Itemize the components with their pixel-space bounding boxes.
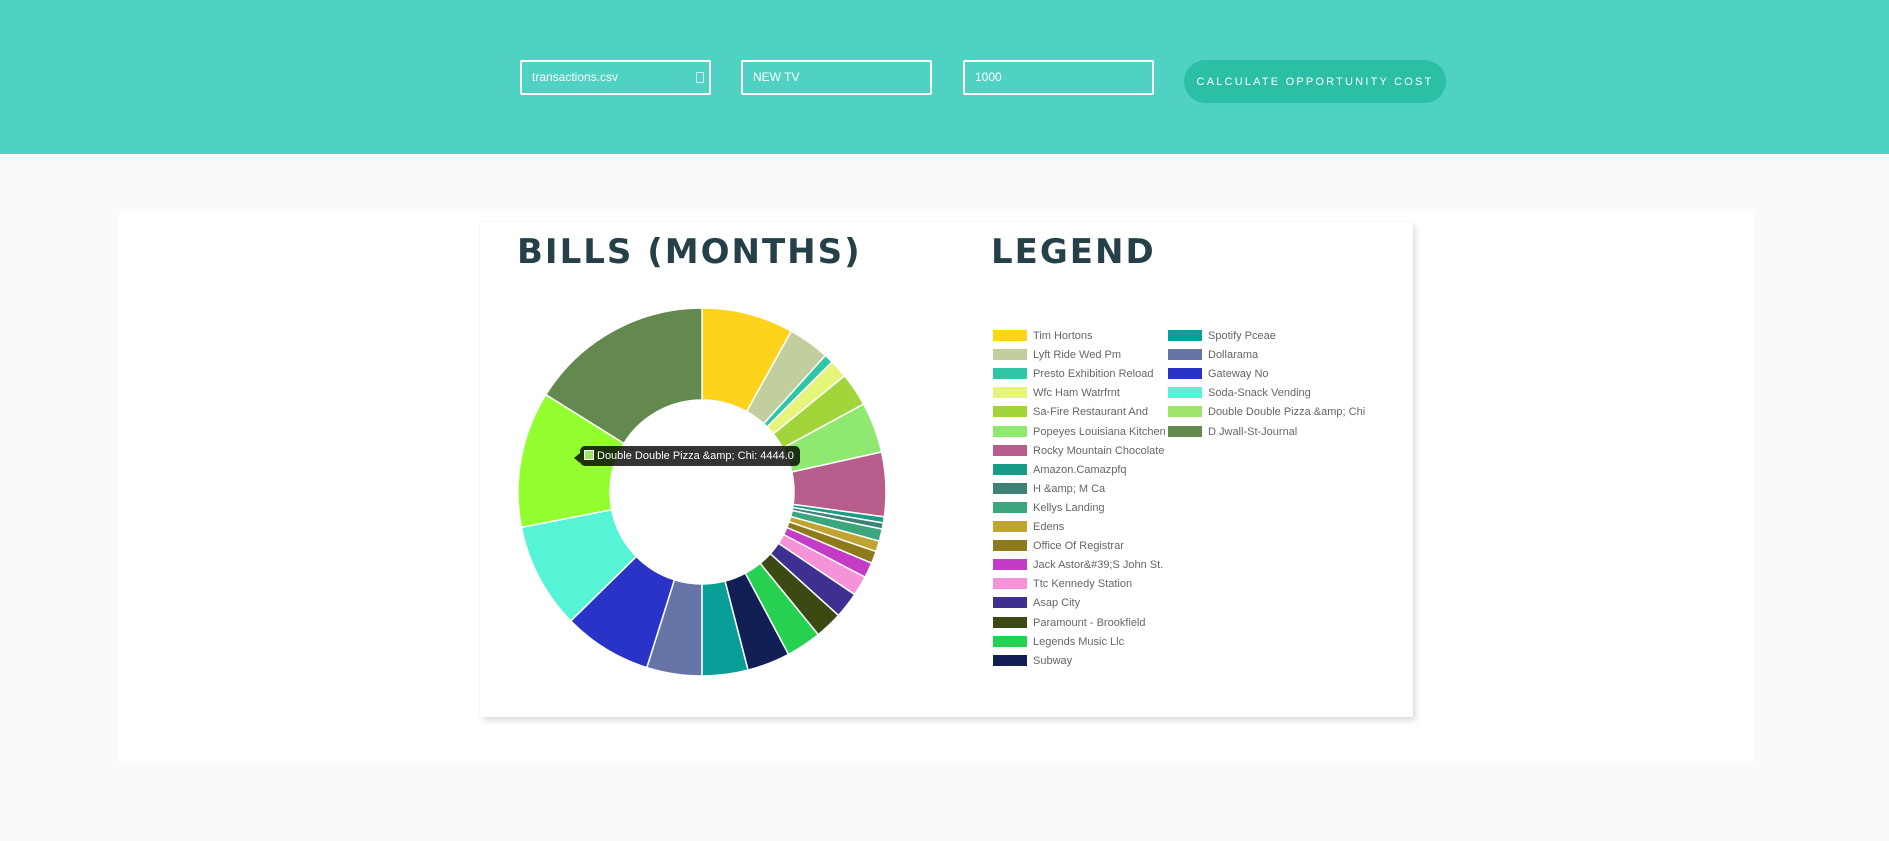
legend-swatch [1168,425,1202,437]
legend-swatch [993,444,1027,456]
legend-swatch [993,654,1027,666]
legend-label: Popeyes Louisiana Kitchen [1033,425,1166,438]
legend-swatch [993,578,1027,590]
legend-label: Office Of Registrar [1033,540,1124,553]
legend-label: Amazon.Camazpfq [1033,463,1127,476]
legend-label: Lyft Ride Wed Pm [1033,349,1122,362]
legend-swatch [1168,349,1202,361]
legend-label: Presto Exhibition Reload [1033,368,1154,381]
legend-label: Double Double Pizza &amp; Chi [1208,406,1366,419]
legend-label: D Jwall-St-Journal [1208,425,1298,438]
tooltip-text: Double Double Pizza &amp; Chi: 4444.0 [597,450,794,462]
legend-label: Kellys Landing [1033,501,1105,514]
legend-label: Gateway No [1208,368,1269,381]
legend-label: Sa-Fire Restaurant And [1033,406,1148,419]
legend-swatch [993,482,1027,494]
legend-label: Subway [1033,654,1073,667]
legend-label: Rocky Mountain Chocolate [1033,444,1165,457]
legend-swatch [1168,330,1202,341]
file-browse-icon[interactable] [696,72,704,83]
legend-label: Edens [1033,521,1065,533]
legend-label: Wfc Ham Watrfrnt [1033,387,1120,400]
legend-label: Legends Music Llc [1033,635,1125,648]
legend-label: Dollarama [1208,349,1259,362]
legend-swatch [993,616,1027,628]
legend-swatch [993,330,1027,341]
legend-swatch [993,349,1027,361]
legend-label: Spotify Pceae [1208,330,1276,342]
legend-swatch [993,387,1027,399]
file-input[interactable]: transactions.csv [520,60,711,95]
legend-swatch [1168,406,1202,418]
legend-swatch [993,635,1027,647]
legend-swatch [993,521,1027,532]
item-name-field[interactable] [753,62,920,93]
legend-label: Asap City [1033,597,1081,610]
legend-swatch [993,559,1027,571]
item-price-field[interactable] [975,62,1142,93]
legend-swatch [1168,368,1202,380]
legend-label: Tim Hortons [1033,330,1093,342]
chart-tooltip: Double Double Pizza &amp; Chi: 4444.0 [574,446,800,466]
file-name: transactions.csv [532,70,619,84]
legend-swatch [993,597,1027,609]
legend-swatch [1168,387,1202,399]
legend-title: LEGEND [991,232,1156,272]
item-price-input[interactable] [963,60,1154,95]
legend-swatch [993,501,1027,513]
calculate-opportunity-cost-button[interactable]: CALCULATE OPPORTUNITY COST [1184,60,1446,103]
tooltip-swatch [584,450,594,460]
legend-label: Soda-Snack Vending [1208,387,1311,400]
chart-title: BILLS (MONTHS) [517,232,862,272]
legend-label: Jack Astor&#39;S John St. [1033,559,1164,572]
legend-label: Paramount - Brookfield [1033,616,1146,629]
legend-label: Ttc Kennedy Station [1033,578,1133,591]
donut-chart[interactable] [512,302,892,682]
legend-label: H &amp; M Ca [1033,482,1106,495]
legend-swatch [993,425,1027,437]
item-name-input[interactable] [741,60,932,95]
legend-swatch [993,463,1027,475]
legend-swatch [993,540,1027,552]
legend-swatch [993,406,1027,418]
legend-swatch [993,368,1027,380]
top-bar: transactions.csv CALCULATE OPPORTUNITY C… [0,0,1889,154]
